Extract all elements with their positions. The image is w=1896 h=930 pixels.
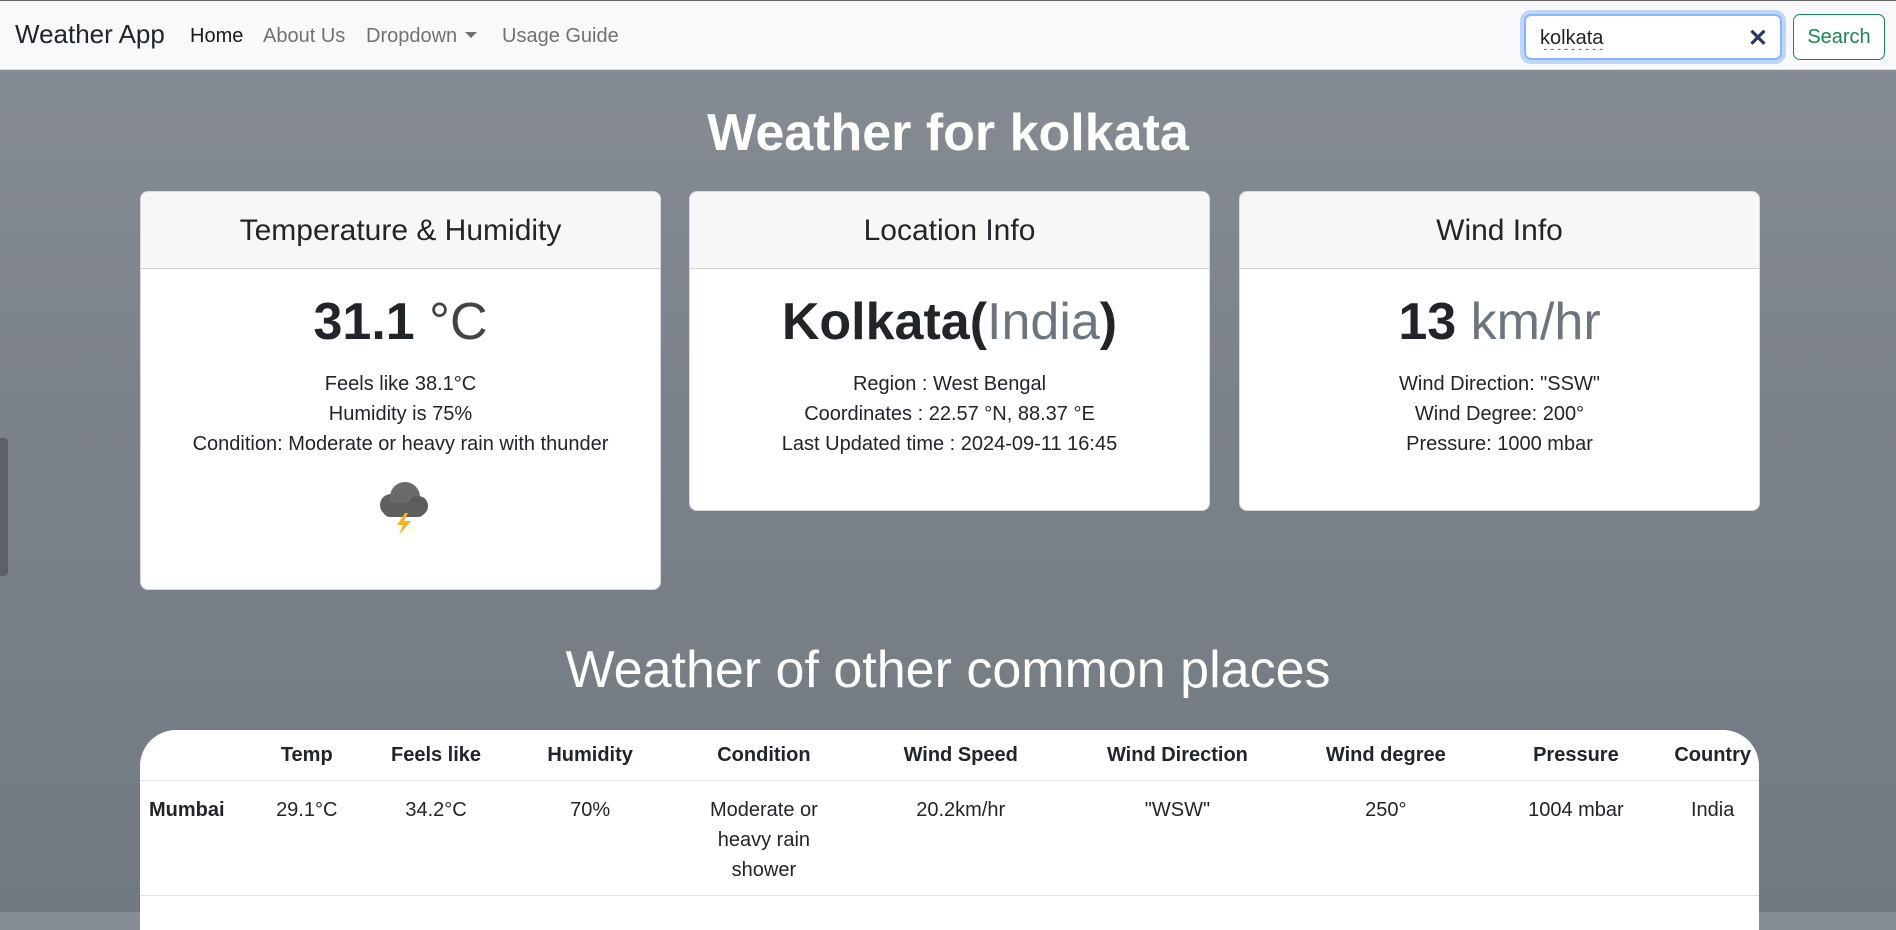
nav-dropdown-label: Dropdown (366, 25, 458, 47)
other-places-table: Temp Feels like Humidity Condition Wind … (140, 730, 1759, 930)
condition-text: Condition: Moderate or heavy rain with t… (192, 433, 609, 455)
column-header: Wind degree (1286, 730, 1486, 781)
location-card: Location Info Kolkata(India) Region : We… (689, 191, 1210, 511)
table-cell: India (1666, 780, 1759, 896)
nav-usage-guide[interactable]: Usage Guide (502, 25, 619, 48)
last-updated-text: Last Updated time : 2024-09-11 16:45 (781, 433, 1118, 455)
table-header-row: Temp Feels like Humidity Condition Wind … (140, 730, 1759, 781)
column-header: Temp (246, 730, 367, 781)
temperature-value: 31.1 °C (313, 293, 488, 351)
column-header: Country (1666, 730, 1759, 781)
wind-speed-value: 13 km/hr (1398, 293, 1601, 351)
brand-logo[interactable]: Weather App (15, 19, 165, 50)
table-cell: 20.2km/hr (852, 780, 1069, 896)
card-header: Temperature & Humidity (141, 192, 660, 269)
card-header: Wind Info (1240, 192, 1759, 269)
column-header: Pressure (1485, 730, 1667, 781)
table-cell: 70% (505, 780, 676, 896)
search-input[interactable] (1540, 27, 1740, 50)
page-title: Weather for kolkata (707, 104, 1189, 162)
region-text: Region : West Bengal (852, 373, 1047, 395)
side-panel-handle[interactable] (0, 438, 8, 576)
nav-about-us[interactable]: About Us (263, 25, 345, 48)
column-header: Feels like (366, 730, 506, 781)
table-row: Mumbai 29.1°C 34.2°C 70% Moderate or hea… (140, 780, 1759, 896)
wind-direction-text: Wind Direction: "SSW" (1399, 373, 1600, 395)
humidity-text: Humidity is 75% (328, 403, 473, 425)
table-cell: 1004 mbar (1485, 780, 1667, 896)
feels-like-text: Feels like 38.1°C (324, 373, 477, 395)
nav-home[interactable]: Home (190, 25, 243, 48)
table-cell: 250° (1286, 780, 1486, 896)
wind-card: Wind Info 13 km/hr Wind Direction: "SSW"… (1239, 191, 1760, 511)
nav-dropdown[interactable]: Dropdown (366, 25, 478, 48)
wind-degree-text: Wind Degree: 200° (1414, 403, 1585, 425)
thunderstorm-cloud-icon (141, 475, 660, 535)
column-header: Wind Speed (852, 730, 1069, 781)
table-cell: 29.1°C (246, 780, 367, 896)
table-cell-city: Mumbai (140, 780, 247, 896)
table-cell: 34.2°C (366, 780, 506, 896)
table-cell: Moderate or heavy rain shower (675, 780, 853, 896)
chevron-down-icon (465, 32, 478, 38)
navbar: Weather App Home About Us Dropdown Usage… (0, 0, 1896, 70)
location-name: Kolkata(India) (781, 293, 1118, 351)
column-header: Humidity (505, 730, 676, 781)
section-title: Weather of other common places (565, 641, 1331, 699)
search-box: ✕ (1524, 14, 1782, 60)
pressure-text: Pressure: 1000 mbar (1406, 433, 1593, 455)
column-header (140, 730, 247, 781)
table-cell: "WSW" (1068, 780, 1287, 896)
temperature-card: Temperature & Humidity 31.1 °C Feels lik… (140, 191, 661, 590)
column-header: Condition (675, 730, 853, 781)
coordinates-text: Coordinates : 22.57 °N, 88.37 °E (804, 403, 1095, 425)
column-header: Wind Direction (1068, 730, 1287, 781)
search-button[interactable]: Search (1793, 14, 1885, 60)
clear-icon[interactable]: ✕ (1748, 24, 1768, 53)
card-header: Location Info (690, 192, 1209, 269)
